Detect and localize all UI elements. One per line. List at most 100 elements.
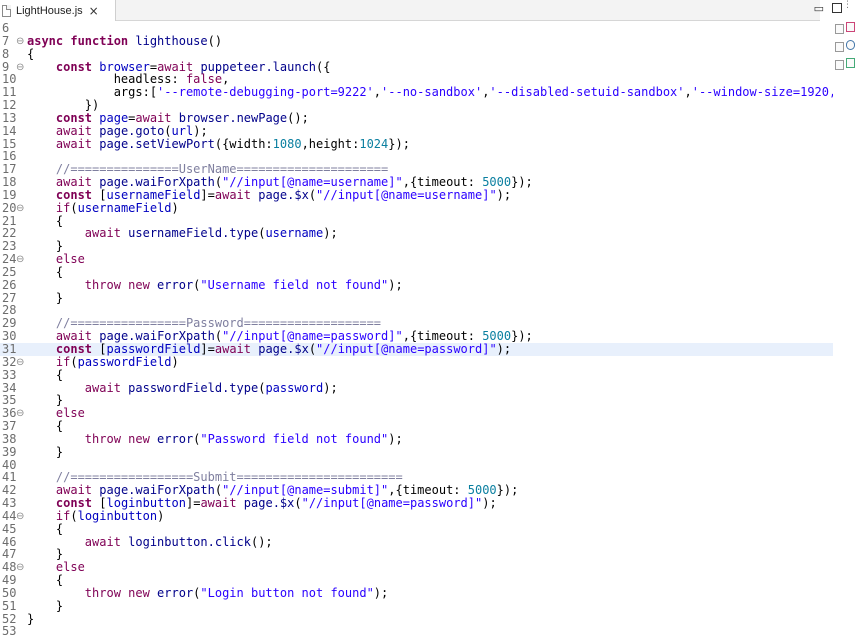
code-token: username: [265, 226, 324, 241]
code-token: usernameField.type: [128, 226, 259, 241]
code-token: "Login button not found": [200, 585, 374, 600]
code-token: "//input[@name=username]": [316, 187, 497, 202]
email-icon[interactable]: [846, 40, 855, 50]
window-controls: ▭: [814, 3, 842, 14]
code-token: );: [496, 342, 512, 356]
code-line[interactable]: 7 ⊖ async function lighthouse(): [0, 33, 833, 48]
fold-toggle-icon[interactable]: ⊖: [16, 561, 24, 574]
code-line[interactable]: 52}: [0, 611, 833, 626]
code-line[interactable]: 38 throw new error("Password field not f…: [0, 432, 833, 446]
task-list-icon[interactable]: [846, 22, 855, 32]
code-token: (: [70, 200, 78, 215]
code-token: async function: [27, 33, 136, 48]
line-number: 51: [2, 598, 17, 613]
code-token: (: [308, 187, 317, 202]
code-token: ,height:: [301, 136, 360, 151]
code-token: );: [388, 277, 403, 292]
code-token: loginbutton: [77, 508, 158, 523]
code-line[interactable]: 22 await usernameField.type(username);: [0, 227, 833, 240]
editor-tab-lighthouse[interactable]: LightHouse.js ×: [0, 0, 116, 21]
code-line[interactable]: 44 ⊖ if(loginbutton): [0, 508, 833, 523]
code-token: page.$x: [243, 496, 295, 511]
line-number: 25: [2, 264, 17, 279]
code-line[interactable]: 50 throw new error("Login button not fou…: [0, 585, 833, 600]
code-line[interactable]: 34 await passwordField.type(password);: [0, 380, 833, 395]
code-text: await usernameField.type(username);: [27, 227, 338, 240]
code-token: '--window-size=1920,1080': [691, 85, 833, 100]
code-token: await: [214, 342, 259, 356]
code-token: );: [323, 226, 338, 241]
code-text: }: [27, 291, 63, 305]
code-token: throw new: [84, 585, 158, 600]
code-token: ,: [684, 85, 692, 100]
code-line[interactable]: 26 throw new error("Username field not f…: [0, 277, 833, 292]
fold-toggle-icon[interactable]: ⊖: [16, 253, 24, 266]
fold-toggle-icon[interactable]: ⊖: [16, 407, 24, 420]
console-view-icon[interactable]: [846, 58, 855, 68]
code-token: });: [511, 329, 533, 344]
close-icon[interactable]: ×: [89, 5, 99, 17]
code-editor[interactable]: 6 7 ⊖ async function lighthouse() 8{9 ⊖ const…: [0, 21, 833, 640]
code-token: ({: [316, 59, 331, 74]
outline-view-icon[interactable]: [835, 24, 844, 34]
fold-toggle-icon[interactable]: ⊖: [16, 35, 24, 48]
code-text: throw new error("Password field not foun…: [27, 432, 403, 446]
maximize-icon[interactable]: [832, 3, 842, 13]
code-line[interactable]: 11 args:['--remote-debugging-port=9222',…: [0, 86, 833, 99]
code-token: await: [214, 187, 259, 202]
code-token: (): [207, 33, 223, 48]
code-token: await: [55, 136, 100, 151]
code-token: '--no-sandbox': [381, 85, 483, 100]
fold-toggle-icon[interactable]: ⊖: [16, 202, 24, 215]
code-token: '--remote-debugging-port=9222': [157, 85, 374, 100]
line-number: 26: [2, 277, 17, 292]
code-line[interactable]: 27 }: [0, 291, 833, 305]
code-token: ]=: [185, 496, 201, 511]
fold-toggle-icon[interactable]: ⊖: [16, 356, 24, 369]
code-line[interactable]: 39 }: [0, 445, 833, 459]
restore-view-icon[interactable]: [835, 42, 844, 52]
code-line[interactable]: 24 ⊖ else: [0, 253, 833, 266]
code-token: password: [265, 380, 324, 395]
fold-toggle-icon[interactable]: ⊖: [16, 510, 24, 523]
code-token: );: [373, 585, 389, 600]
code-line[interactable]: 15 await page.setViewPort({width:1080,he…: [0, 136, 833, 151]
line-number: 13: [2, 110, 17, 125]
code-token: await: [84, 226, 129, 241]
code-token: passwordField: [77, 354, 172, 369]
code-text: await passwordField.type(password);: [27, 380, 338, 395]
fold-toggle-icon[interactable]: ⊖: [16, 61, 24, 74]
code-text: await page.setViewPort({width:1080,heigh…: [27, 136, 410, 151]
view-menu-icon[interactable]: ⋮: [843, 0, 852, 10]
code-line[interactable]: 47 }: [0, 548, 833, 561]
line-number: 33: [2, 367, 17, 382]
code-token: page.$x: [258, 342, 309, 356]
code-line[interactable]: 20 ⊖ if(usernameField): [0, 200, 833, 215]
code-token: '--disabled-setuid-sandbox': [489, 85, 685, 100]
minimize-icon[interactable]: ▭: [814, 3, 824, 14]
tab-label: LightHouse.js: [16, 4, 83, 17]
code-token: ();: [287, 110, 309, 125]
code-line[interactable]: 32 ⊖ if(passwordField): [0, 354, 833, 369]
code-token: usernameField: [77, 200, 172, 215]
code-token: });: [511, 175, 533, 190]
code-token: 1024: [359, 136, 389, 151]
code-token: loginbutton.click: [128, 534, 251, 549]
code-token: throw new: [84, 277, 158, 292]
code-line[interactable]: 36 ⊖ else: [0, 407, 833, 420]
code-line[interactable]: 46 await loginbutton.click();: [0, 534, 833, 549]
restore-view-icon-2[interactable]: [835, 60, 844, 70]
code-text: await loginbutton.click();: [27, 534, 273, 549]
code-token: passwordField.type: [128, 380, 259, 395]
code-line[interactable]: 35 }: [0, 394, 833, 407]
code-token: }: [27, 611, 35, 626]
code-text: throw new error("Username field not foun…: [27, 277, 403, 292]
code-line[interactable]: 23 }: [0, 240, 833, 253]
code-token: });: [496, 483, 519, 498]
code-token: ): [171, 200, 179, 215]
code-token: ): [157, 508, 165, 523]
code-line[interactable]: 51 }: [0, 598, 833, 613]
code-line[interactable]: 48 ⊖ else: [0, 561, 833, 574]
code-token: );: [323, 380, 338, 395]
code-line[interactable]: 53: [0, 625, 833, 638]
